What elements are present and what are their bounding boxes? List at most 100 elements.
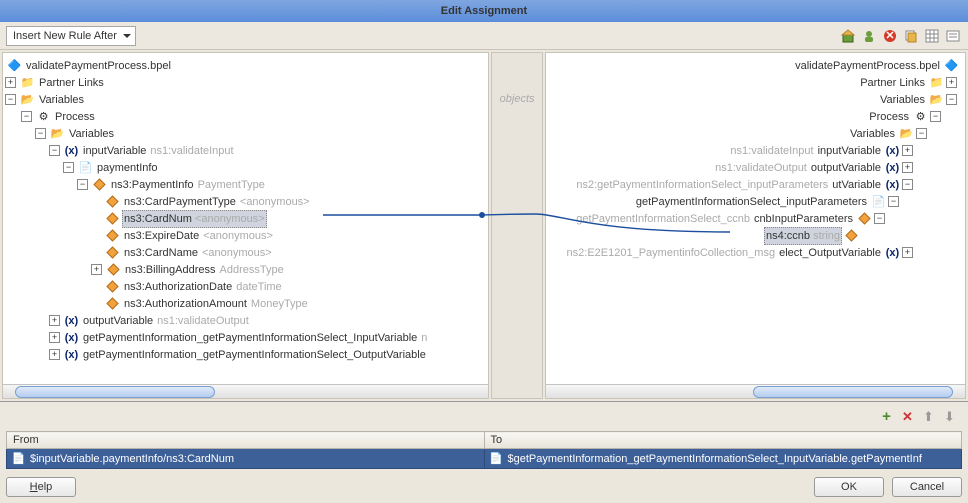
cardname-node[interactable]: ns3:CardName <anonymous> bbox=[5, 244, 486, 261]
gpi-input-node[interactable]: +(x)getPaymentInformation_getPaymentInfo… bbox=[5, 329, 486, 346]
process-icon: ⚙ bbox=[36, 109, 51, 124]
source-tree[interactable]: 🔷validatePaymentProcess.bpel +📁Partner L… bbox=[3, 53, 488, 367]
authamount-node[interactable]: ns3:AuthorizationAmount MoneyType bbox=[5, 295, 486, 312]
element-icon bbox=[105, 279, 120, 294]
assignment-table: From To 📄$inputVariable.paymentInfo/ns3:… bbox=[6, 431, 962, 469]
center-divider[interactable]: objects bbox=[491, 52, 543, 399]
move-up-button[interactable]: ⬆ bbox=[920, 408, 937, 425]
left-pane: 🔷validatePaymentProcess.bpel +📁Partner L… bbox=[2, 52, 489, 399]
utvariable-node[interactable]: ns2:getPaymentInformationSelect_inputPar… bbox=[548, 176, 963, 193]
elect-output-node[interactable]: ns2:E2E1201_PaymentinfoCollection_msg el… bbox=[548, 244, 963, 261]
process-vars-node[interactable]: −📂Variables bbox=[5, 125, 486, 142]
tb-grid-icon[interactable] bbox=[923, 27, 941, 45]
file-node[interactable]: validatePaymentProcess.bpel🔷 bbox=[548, 57, 963, 74]
bpel-file-icon: 🔷 bbox=[944, 58, 959, 73]
outputvariable-node[interactable]: +(x)outputVariable ns1:validateOutput bbox=[5, 312, 486, 329]
collapse-toggle[interactable]: − bbox=[916, 128, 927, 139]
element-icon bbox=[105, 245, 120, 260]
authdate-node[interactable]: ns3:AuthorizationDate dateTime bbox=[5, 278, 486, 295]
xpath-icon: 📄 bbox=[489, 451, 504, 466]
file-node[interactable]: 🔷validatePaymentProcess.bpel bbox=[5, 57, 486, 74]
cancel-button[interactable]: Cancel bbox=[892, 477, 962, 497]
tb-list-icon[interactable] bbox=[944, 27, 962, 45]
variable-icon: (x) bbox=[64, 347, 79, 362]
folder-open-icon: 📂 bbox=[20, 92, 35, 107]
gpi-sip-node[interactable]: getPaymentInformationSelect_inputParamet… bbox=[548, 193, 963, 210]
element-icon bbox=[844, 228, 859, 243]
tb-person-icon[interactable] bbox=[860, 27, 878, 45]
bottom-panel: + ✕ ⬆ ⬇ From To 📄$inputVariable.paymentI… bbox=[0, 401, 968, 471]
from-column-header[interactable]: From bbox=[7, 432, 485, 449]
move-down-button[interactable]: ⬇ bbox=[941, 408, 958, 425]
to-cell-value: $getPaymentInformation_getPaymentInforma… bbox=[508, 453, 922, 465]
rule-selector-dropdown[interactable]: Insert New Rule After bbox=[6, 26, 136, 46]
variable-icon: (x) bbox=[885, 143, 900, 158]
variable-icon: (x) bbox=[885, 160, 900, 175]
toolbar: Insert New Rule After ✕ bbox=[0, 22, 968, 50]
collapse-toggle[interactable]: − bbox=[77, 179, 88, 190]
collapse-toggle[interactable]: − bbox=[49, 145, 60, 156]
gpi-output-node[interactable]: +(x)getPaymentInformation_getPaymentInfo… bbox=[5, 346, 486, 363]
partner-links-node[interactable]: +📁Partner Links bbox=[5, 74, 486, 91]
process-vars-node[interactable]: Variables📂− bbox=[548, 125, 963, 142]
expiredate-node[interactable]: ns3:ExpireDate <anonymous> bbox=[5, 227, 486, 244]
collapse-toggle[interactable]: − bbox=[35, 128, 46, 139]
expand-toggle[interactable]: + bbox=[902, 162, 913, 173]
expand-toggle[interactable]: + bbox=[946, 77, 957, 88]
collapse-toggle[interactable]: − bbox=[888, 196, 899, 207]
bpel-file-icon: 🔷 bbox=[7, 58, 22, 73]
billingaddress-node[interactable]: +ns3:BillingAddress AddressType bbox=[5, 261, 486, 278]
ns4ccnb-node[interactable]: ns4:ccnb string bbox=[548, 227, 963, 244]
collapse-toggle[interactable]: − bbox=[21, 111, 32, 122]
help-button[interactable]: Help bbox=[6, 477, 76, 497]
outputvariable-node[interactable]: ns1:validateOutput outputVariable(x)+ bbox=[548, 159, 963, 176]
variable-icon: (x) bbox=[64, 143, 79, 158]
variables-node[interactable]: −📂Variables bbox=[5, 91, 486, 108]
left-scrollbar[interactable] bbox=[3, 384, 488, 398]
tb-copy-icon[interactable] bbox=[902, 27, 920, 45]
table-actions: + ✕ ⬆ ⬇ bbox=[6, 406, 962, 427]
expand-toggle[interactable]: + bbox=[49, 349, 60, 360]
expand-toggle[interactable]: + bbox=[49, 332, 60, 343]
element-icon bbox=[857, 211, 872, 226]
collapse-toggle[interactable]: − bbox=[63, 162, 74, 173]
tb-home-icon[interactable] bbox=[839, 27, 857, 45]
table-row[interactable]: 📄$inputVariable.paymentInfo/ns3:CardNum … bbox=[7, 449, 962, 469]
collapse-toggle[interactable]: − bbox=[5, 94, 16, 105]
ok-button[interactable]: OK bbox=[814, 477, 884, 497]
element-icon bbox=[105, 296, 120, 311]
partner-links-node[interactable]: Partner Links📁+ bbox=[548, 74, 963, 91]
svg-text:✕: ✕ bbox=[885, 30, 894, 42]
expand-toggle[interactable]: + bbox=[5, 77, 16, 88]
message-part-icon: 📄 bbox=[78, 160, 93, 175]
inputvariable-node[interactable]: −(x)inputVariable ns1:validateInput bbox=[5, 142, 486, 159]
target-tree[interactable]: validatePaymentProcess.bpel🔷 Partner Lin… bbox=[546, 53, 965, 265]
to-column-header[interactable]: To bbox=[484, 432, 962, 449]
dialog-footer: Help OK Cancel bbox=[0, 471, 968, 503]
inputvariable-node[interactable]: ns1:validateInput inputVariable(x)+ bbox=[548, 142, 963, 159]
folder-open-icon: 📂 bbox=[899, 126, 914, 141]
expand-toggle[interactable]: + bbox=[91, 264, 102, 275]
collapse-toggle[interactable]: − bbox=[946, 94, 957, 105]
collapse-toggle[interactable]: − bbox=[874, 213, 885, 224]
paymentinfo-node[interactable]: −📄paymentInfo bbox=[5, 159, 486, 176]
variables-node[interactable]: Variables📂− bbox=[548, 91, 963, 108]
process-node[interactable]: −⚙Process bbox=[5, 108, 486, 125]
tb-error-icon[interactable]: ✕ bbox=[881, 27, 899, 45]
cardpaymenttype-node[interactable]: ns3:CardPaymentType <anonymous> bbox=[5, 193, 486, 210]
cnbinput-node[interactable]: getPaymentInformationSelect_ccnb cnbInpu… bbox=[548, 210, 963, 227]
process-node[interactable]: Process⚙− bbox=[548, 108, 963, 125]
collapse-toggle[interactable]: − bbox=[902, 179, 913, 190]
window-titlebar: Edit Assignment bbox=[0, 0, 968, 22]
delete-row-button[interactable]: ✕ bbox=[899, 408, 916, 425]
cardnum-node[interactable]: ns3:CardNum <anonymous> bbox=[5, 210, 486, 227]
ns3paymentinfo-node[interactable]: −ns3:PaymentInfo PaymentType bbox=[5, 176, 486, 193]
add-row-button[interactable]: + bbox=[878, 408, 895, 425]
right-pane: validatePaymentProcess.bpel🔷 Partner Lin… bbox=[545, 52, 966, 399]
right-scrollbar[interactable] bbox=[546, 384, 965, 398]
expand-toggle[interactable]: + bbox=[902, 145, 913, 156]
expand-toggle[interactable]: + bbox=[49, 315, 60, 326]
collapse-toggle[interactable]: − bbox=[930, 111, 941, 122]
element-icon bbox=[105, 228, 120, 243]
expand-toggle[interactable]: + bbox=[902, 247, 913, 258]
